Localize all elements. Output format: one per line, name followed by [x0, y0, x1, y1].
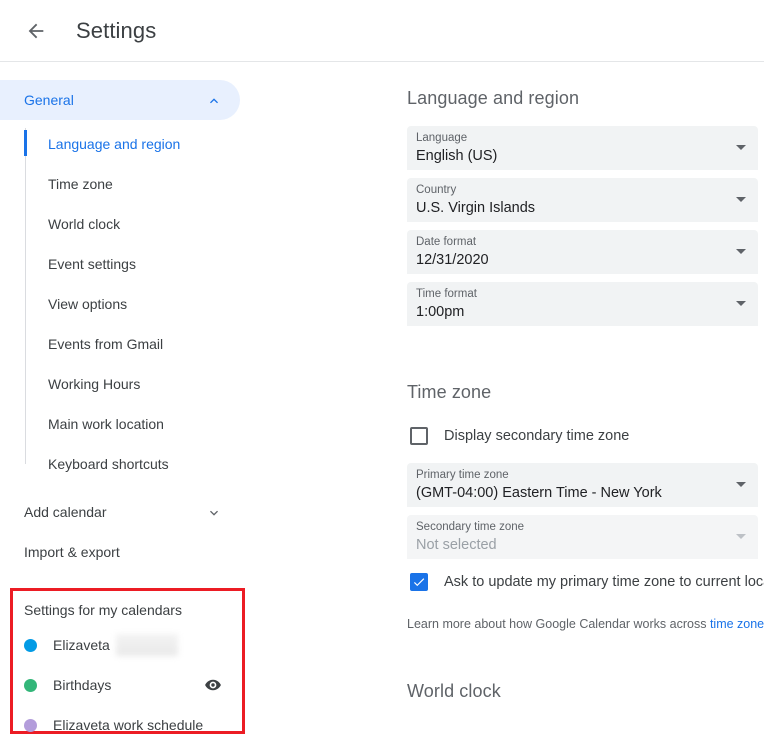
language-select[interactable]: Language English (US): [407, 126, 758, 170]
date-format-select-value: 12/31/2020: [416, 252, 489, 268]
display-secondary-timezone-label: Display secondary time zone: [444, 428, 630, 444]
country-select-label: Country: [416, 184, 457, 196]
chevron-down-icon: [736, 482, 746, 487]
time-format-select-value: 1:00pm: [416, 304, 465, 320]
calendar-list-item[interactable]: Elizaveta work schedule: [24, 712, 234, 738]
language-region-heading: Language and region: [407, 88, 580, 108]
ask-update-timezone-checkbox[interactable]: [410, 573, 428, 591]
settings-sidebar: General Language and region Time zone Wo…: [0, 62, 300, 738]
primary-timezone-value: (GMT-04:00) Eastern Time - New York: [416, 485, 662, 501]
subnav-rail: [25, 128, 26, 464]
sidebar-item-label: Time zone: [48, 176, 113, 192]
chevron-down-icon: [736, 534, 746, 539]
my-calendars-title: Settings for my calendars: [24, 602, 182, 618]
language-select-label: Language: [416, 132, 468, 144]
sidebar-item-main-work-location[interactable]: Main work location: [0, 404, 300, 444]
sidebar-item-label: Main work location: [48, 416, 164, 432]
country-select-value: U.S. Virgin Islands: [416, 200, 536, 216]
sidebar-section-general[interactable]: General: [0, 80, 240, 120]
sidebar-item-label: Language and region: [48, 136, 181, 152]
check-icon: [413, 578, 425, 587]
chevron-down-icon: [736, 197, 746, 202]
sidebar-item-time-zone[interactable]: Time zone: [0, 164, 300, 204]
date-format-select[interactable]: Date format 12/31/2020: [407, 230, 758, 274]
calendar-name: Birthdays: [53, 677, 112, 693]
sidebar-subnav: Language and region Time zone World cloc…: [0, 124, 300, 484]
sidebar-item-label: World clock: [48, 216, 121, 232]
display-secondary-timezone-checkbox[interactable]: [410, 427, 428, 445]
secondary-timezone-value: Not selected: [416, 537, 497, 553]
sidebar-item-add-calendar[interactable]: Add calendar: [0, 492, 240, 532]
primary-timezone-label: Primary time zone: [416, 469, 509, 481]
time-format-select-label: Time format: [416, 288, 477, 300]
subnav-active-indicator: [24, 130, 27, 156]
sidebar-item-label: Working Hours: [48, 376, 141, 392]
date-format-select-label: Date format: [416, 236, 477, 248]
chevron-down-icon: [206, 505, 222, 524]
sidebar-item-label: Event settings: [48, 256, 136, 272]
sidebar-item-label: Add calendar: [24, 504, 107, 520]
ask-update-timezone-label: Ask to update my primary time zone to cu…: [444, 574, 764, 590]
calendar-list-item[interactable]: Birthdays: [24, 672, 234, 698]
sidebar-item-label: Import & export: [24, 544, 120, 560]
calendar-name: Elizaveta work schedule: [53, 717, 204, 733]
time-zone-heading: Time zone: [407, 382, 492, 402]
timezone-help-text: Learn more about how Google Calendar wor…: [407, 617, 764, 631]
time-format-select[interactable]: Time format 1:00pm: [407, 282, 758, 326]
primary-timezone-select[interactable]: Primary time zone (GMT-04:00) Eastern Ti…: [407, 463, 758, 507]
sidebar-item-events-from-gmail[interactable]: Events from Gmail: [0, 324, 300, 364]
sidebar-item-import-export[interactable]: Import & export: [0, 532, 240, 572]
sidebar-item-language-and-region[interactable]: Language and region: [0, 124, 300, 164]
arrow-left-icon: [28, 23, 44, 38]
country-select[interactable]: Country U.S. Virgin Islands: [407, 178, 758, 222]
sidebar-item-label: View options: [48, 296, 128, 312]
sidebar-item-event-settings[interactable]: Event settings: [0, 244, 300, 284]
visibility-eye-icon[interactable]: [204, 676, 222, 699]
redacted-surname: [115, 634, 178, 656]
calendar-list-item[interactable]: Elizaveta: [24, 632, 234, 658]
sidebar-item-view-options[interactable]: View options: [0, 284, 300, 324]
sidebar-item-keyboard-shortcuts[interactable]: Keyboard shortcuts: [0, 444, 300, 484]
secondary-timezone-select: Secondary time zone Not selected: [407, 515, 758, 559]
language-select-value: English (US): [416, 148, 498, 164]
secondary-timezone-label: Secondary time zone: [416, 521, 525, 533]
sidebar-item-world-clock[interactable]: World clock: [0, 204, 300, 244]
display-secondary-timezone-row[interactable]: Display secondary time zone: [410, 423, 764, 449]
back-button[interactable]: [16, 11, 56, 51]
sidebar-item-label: Events from Gmail: [48, 336, 164, 352]
calendar-name: Elizaveta: [53, 637, 110, 653]
calendar-color-dot: [24, 678, 37, 692]
timezone-help-prefix: Learn more about how Google Calendar wor…: [407, 617, 710, 631]
settings-main-panel: Language and region Language English (US…: [407, 62, 764, 738]
calendar-color-dot: [24, 638, 37, 652]
sidebar-item-label: Keyboard shortcuts: [48, 456, 169, 472]
chevron-up-icon: [206, 93, 222, 114]
sidebar-item-working-hours[interactable]: Working Hours: [0, 364, 300, 404]
world-clock-heading: World clock: [407, 681, 501, 701]
app-header: Settings: [0, 0, 764, 62]
time-zones-link[interactable]: time zones: [710, 617, 764, 631]
chevron-down-icon: [736, 301, 746, 306]
chevron-down-icon: [736, 249, 746, 254]
sidebar-section-general-label: General: [24, 92, 74, 108]
ask-update-timezone-row[interactable]: Ask to update my primary time zone to cu…: [410, 569, 764, 595]
chevron-down-icon: [736, 145, 746, 150]
calendar-color-dot: [24, 718, 37, 732]
page-title: Settings: [76, 17, 157, 43]
